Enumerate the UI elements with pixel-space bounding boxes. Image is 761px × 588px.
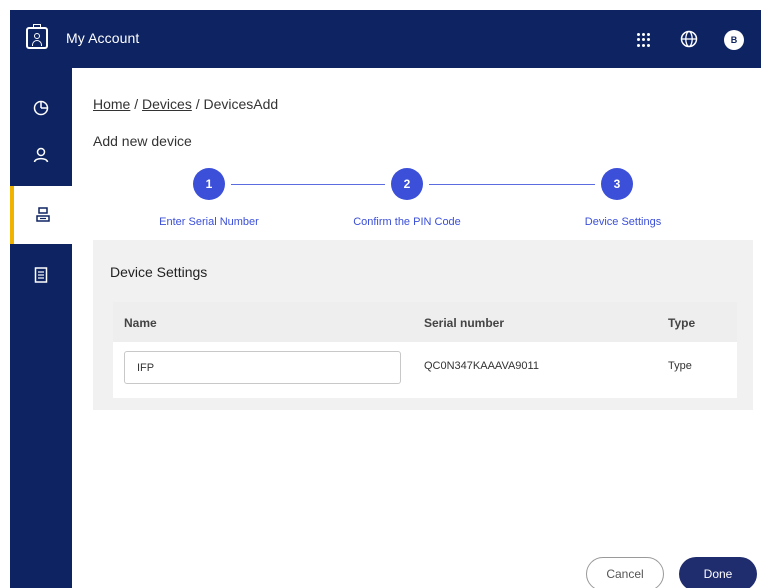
breadcrumb-home[interactable]: Home [93,96,130,112]
sidebar-item-devices[interactable] [10,186,72,244]
avatar[interactable]: B [724,30,744,50]
step-connector [231,184,385,185]
apps-grid-icon[interactable] [637,33,651,47]
main-content: Home / Devices / DevicesAdd Add new devi… [72,68,761,588]
id-badge-icon[interactable] [26,24,48,49]
step-3-circle: 3 [601,168,633,200]
serial-number-value: QC0N347KAAAVA9011 [424,360,539,372]
step-1-circle: 1 [193,168,225,200]
dashboard-icon [33,100,49,116]
step-2-circle: 2 [391,168,423,200]
user-icon [33,147,49,163]
step-3-label: Device Settings [584,216,662,228]
sidebar [10,68,72,588]
done-button[interactable]: Done [679,557,757,588]
breadcrumb-current: DevicesAdd [203,96,279,112]
breadcrumb-separator: / [191,96,204,112]
device-settings-panel: Device Settings Name Serial number Type … [93,240,753,410]
panel-title: Device Settings [110,264,208,280]
cancel-button[interactable]: Cancel [586,557,664,588]
app-title: My Account [66,30,140,46]
breadcrumb-devices[interactable]: Devices [142,96,192,112]
globe-icon[interactable] [680,30,698,48]
page-title: Add new device [93,133,192,149]
device-name-input[interactable] [124,351,401,384]
sidebar-item-documents[interactable] [10,248,72,302]
sidebar-item-account[interactable] [10,128,72,182]
step-connector [429,184,595,185]
top-bar: My Account B [10,10,761,68]
stepper: 1 2 3 Enter Serial Number Confirm the PI… [72,168,761,238]
step-1-label: Enter Serial Number [159,216,259,228]
column-header-name: Name [124,316,157,330]
step-2-label: Confirm the PIN Code [353,216,461,228]
table-header: Name Serial number Type [113,302,737,342]
breadcrumb: Home / Devices / DevicesAdd [93,96,278,112]
document-icon [34,267,48,283]
breadcrumb-separator: / [130,96,143,112]
column-header-serial: Serial number [424,316,505,330]
type-value: Type [668,360,692,372]
sidebar-item-dashboard[interactable] [10,80,72,134]
column-header-type: Type [668,316,696,330]
devices-icon [36,207,50,222]
app-frame: My Account B Home / Devices / DevicesAdd… [10,10,761,588]
device-table: Name Serial number Type QC0N347KAAAVA901… [113,302,737,398]
